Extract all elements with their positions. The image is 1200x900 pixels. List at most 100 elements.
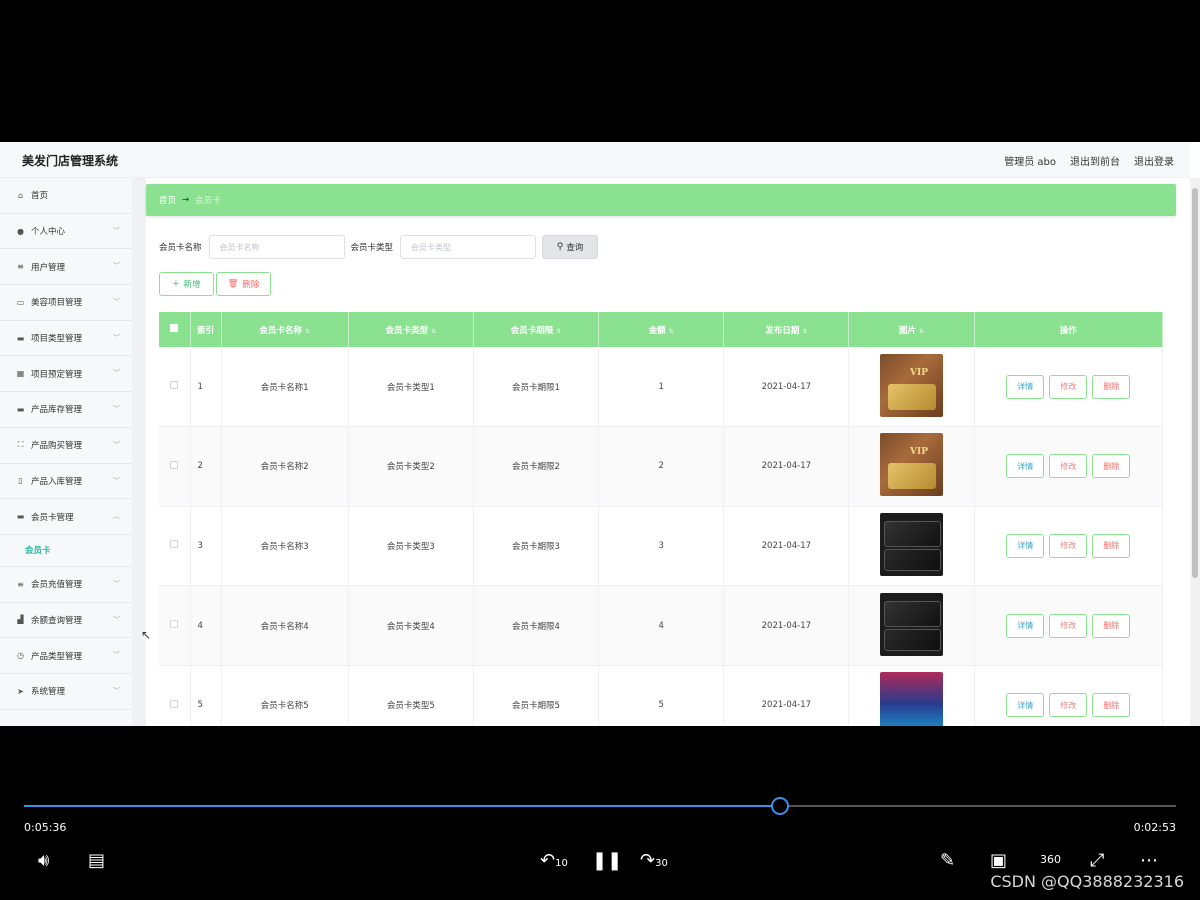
- row-checkbox[interactable]: [159, 347, 191, 428]
- sidebar-item[interactable]: ▟ 余额查询管理 ﹀: [0, 603, 132, 639]
- member-card-image[interactable]: [880, 353, 944, 417]
- member-card-image[interactable]: [880, 512, 944, 576]
- header-amount[interactable]: 金额 ⇅: [598, 312, 725, 347]
- sidebar-item[interactable]: ➤ 系统管理 ﹀: [0, 674, 132, 710]
- remove-button[interactable]: 删除: [1092, 454, 1131, 479]
- back-to-frontend-link[interactable]: 退出到前台: [1070, 153, 1120, 168]
- remove-button[interactable]: 删除: [1092, 693, 1131, 718]
- pause-icon[interactable]: ❚❚: [592, 850, 622, 871]
- cell-date: 2021-04-17: [723, 506, 850, 587]
- search-bar: 会员卡名称 会员卡类型 ⚲ 查询: [159, 235, 599, 259]
- card-type-input[interactable]: [400, 235, 537, 259]
- sidebar-subitem-member-card[interactable]: 会员卡: [0, 535, 132, 567]
- volume-icon[interactable]: 🔊︎: [38, 850, 49, 871]
- query-button[interactable]: ⚲ 查询: [542, 235, 599, 259]
- detail-button[interactable]: 详情: [1006, 693, 1045, 718]
- more-options-icon[interactable]: ⋯: [1140, 850, 1158, 871]
- fullscreen-icon[interactable]: ⤢: [1090, 850, 1104, 871]
- scrollbar-thumb[interactable]: [1192, 188, 1198, 578]
- cell-card-term: 会员卡期限5: [473, 665, 600, 726]
- member-card-image[interactable]: [880, 672, 944, 726]
- logout-link[interactable]: 退出登录: [1134, 153, 1174, 168]
- edit-button[interactable]: 修改: [1049, 693, 1088, 718]
- row-checkbox[interactable]: [159, 426, 191, 507]
- web-app: 美发门店管理系统 管理员 abo 退出到前台 退出登录 ⌂ 首页 ● 个人中心 ﹀ ≡ 用户…: [0, 142, 1200, 726]
- cell-date: 2021-04-17: [723, 426, 850, 507]
- edit-button[interactable]: 修改: [1049, 613, 1088, 638]
- sidebar-item[interactable]: ⌂ 首页: [0, 178, 132, 214]
- row-checkbox[interactable]: [159, 665, 191, 726]
- sidebar-item[interactable]: ◷ 产品类型管理 ﹀: [0, 638, 132, 674]
- watermark: CSDN @QQ3888232316: [990, 872, 1184, 891]
- sidebar-item-label: 项目预定管理: [31, 369, 83, 380]
- cell-card-name: 会员卡名称4: [221, 585, 349, 666]
- select-all-checkbox[interactable]: [159, 312, 191, 347]
- cell-card-name: 会员卡名称1: [221, 347, 349, 428]
- mini-view-icon[interactable]: ▣: [990, 850, 1007, 871]
- member-card-table: 索引 会员卡名称 ⇅ 会员卡类型 ⇅ 会员卡期限 ⇅ 金额 ⇅ 发布日期 ⇅ 图片 ⇅ 操作…: [159, 312, 1164, 726]
- cell-amount: 5: [598, 665, 725, 726]
- sidebar-item-label: 产品类型管理: [31, 651, 83, 662]
- header-card-term[interactable]: 会员卡期限 ⇅: [473, 312, 600, 347]
- row-checkbox[interactable]: [159, 585, 191, 666]
- header-card-name[interactable]: 会员卡名称 ⇅: [221, 312, 349, 347]
- edit-button[interactable]: 修改: [1049, 454, 1088, 479]
- header-card-term-label: 会员卡期限: [510, 325, 554, 336]
- sidebar-item[interactable]: ▬ 产品库存管理 ﹀: [0, 392, 132, 428]
- edit-button[interactable]: 修改: [1049, 374, 1088, 399]
- detail-button[interactable]: 详情: [1006, 374, 1045, 399]
- sidebar-item[interactable]: ▯ 产品入库管理 ﹀: [0, 464, 132, 500]
- detail-button[interactable]: 详情: [1006, 533, 1045, 558]
- sidebar-item-label: 产品购买管理: [31, 441, 83, 452]
- remove-button[interactable]: 删除: [1092, 374, 1131, 399]
- pen-icon[interactable]: ✎: [940, 850, 955, 871]
- member-card-image[interactable]: [880, 592, 944, 656]
- sidebar-item[interactable]: ▬ 项目类型管理 ﹀: [0, 321, 132, 357]
- cell-image: [848, 347, 975, 428]
- sidebar-item[interactable]: ≡ 会员充值管理 ﹀: [0, 567, 132, 603]
- cell-index: 5: [190, 665, 222, 726]
- detail-button[interactable]: 详情: [1006, 454, 1045, 479]
- header-date[interactable]: 发布日期 ⇅: [723, 312, 850, 347]
- cell-image: [848, 665, 975, 726]
- sidebar: ⌂ 首页 ● 个人中心 ﹀ ≡ 用户管理 ﹀ ▭ 美容项目管理 ﹀ ▬ 项目类型管理 ﹀ ▦ 项目预定管理 ﹀ ▬…: [0, 178, 132, 726]
- row-checkbox[interactable]: [159, 506, 191, 587]
- rewind-button[interactable]: ↶10: [540, 850, 568, 871]
- sort-icon: ⇅: [668, 327, 674, 335]
- card-name-input[interactable]: [208, 235, 345, 259]
- chevron-down-icon: ﹀: [113, 262, 120, 271]
- sidebar-item[interactable]: ● 个人中心 ﹀: [0, 214, 132, 250]
- remove-button[interactable]: 删除: [1092, 533, 1131, 558]
- delete-button[interactable]: 🗑 删除: [216, 272, 271, 296]
- fullscreen-icon: ⛶: [17, 440, 24, 450]
- page-scrollbar[interactable]: [1190, 178, 1200, 726]
- header-card-type[interactable]: 会员卡类型 ⇅: [348, 312, 474, 347]
- admin-label: 管理员 abo: [1004, 157, 1056, 168]
- breadcrumb-home[interactable]: 首页: [159, 194, 176, 206]
- header-amount-label: 金额: [648, 325, 666, 336]
- action-toolbar: + 新增 🗑 删除: [159, 272, 271, 296]
- header-actions: 操作: [974, 312, 1164, 347]
- seek-bar-handle[interactable]: [770, 797, 789, 815]
- sidebar-item[interactable]: ⛶ 产品购买管理 ﹀: [0, 428, 132, 464]
- member-card-image[interactable]: [880, 433, 944, 497]
- table-row: 3 会员卡名称3 会员卡类型3 会员卡期限3 3 2021-04-17 详情 修改 删除: [159, 506, 1164, 587]
- sidebar-item-label: 余额查询管理: [31, 615, 83, 626]
- remove-button[interactable]: 删除: [1092, 613, 1131, 638]
- sidebar-item[interactable]: ▭ 美容项目管理 ﹀: [0, 285, 132, 321]
- cell-card-term: 会员卡期限1: [473, 347, 600, 428]
- add-button[interactable]: + 新增: [159, 272, 214, 296]
- detail-button[interactable]: 详情: [1006, 613, 1045, 638]
- header-image[interactable]: 图片 ⇅: [848, 312, 975, 347]
- vr-360-button[interactable]: 360: [1040, 853, 1061, 866]
- seek-bar[interactable]: [24, 805, 1176, 807]
- subtitles-icon[interactable]: ▤: [88, 850, 105, 871]
- sidebar-item[interactable]: ≡ 用户管理 ﹀: [0, 249, 132, 286]
- sidebar-item[interactable]: ▬ 会员卡管理 ︿: [0, 499, 132, 535]
- sidebar-item-label: 美容项目管理: [31, 298, 83, 309]
- edit-button[interactable]: 修改: [1049, 533, 1088, 558]
- main-content: 首页 → 会员卡 会员卡名称 会员卡类型 ⚲ 查询 + 新增 🗑 删除: [146, 178, 1190, 726]
- top-links: 管理员 abo 退出到前台 退出登录: [1004, 153, 1174, 168]
- forward-button[interactable]: ↷30: [640, 850, 668, 871]
- sidebar-item[interactable]: ▦ 项目预定管理 ﹀: [0, 356, 132, 393]
